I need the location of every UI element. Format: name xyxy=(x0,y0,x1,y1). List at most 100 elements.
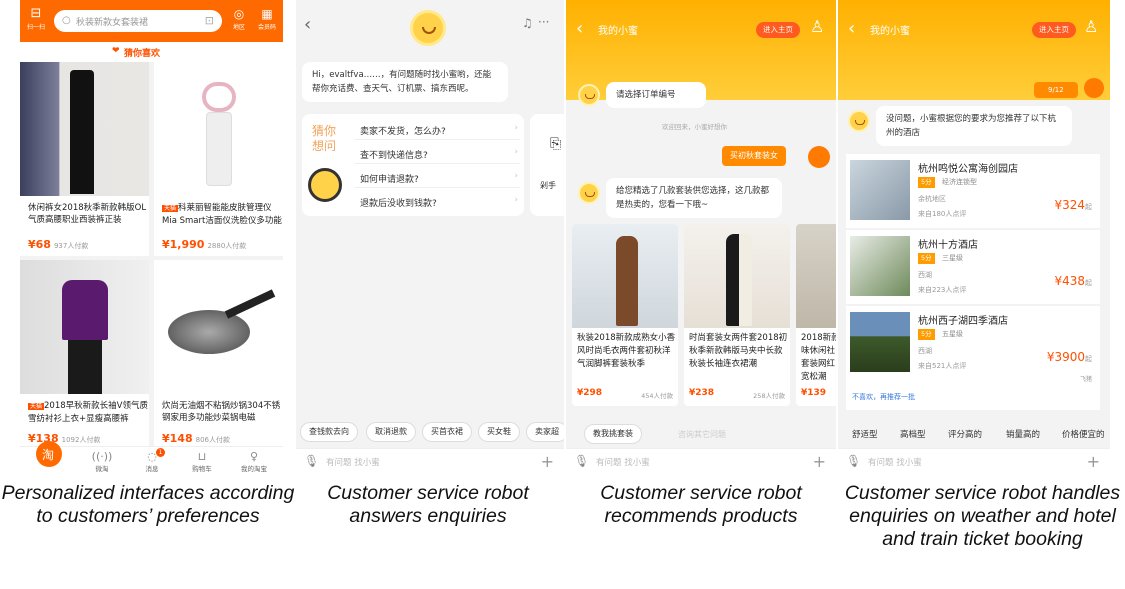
quick-chip[interactable]: 买首衣裙 xyxy=(422,422,472,442)
product-title: 休闲裤女2018秋季新款韩版OL气质高腰职业西装裤正装 xyxy=(28,203,147,225)
tab-cart[interactable]: ⊔ 购物车 xyxy=(182,450,222,473)
hotel-score: 5分 xyxy=(918,177,935,188)
caption-recommends-products: Customer service robot recommends produc… xyxy=(600,482,802,527)
hotel-image xyxy=(850,236,910,296)
product-card[interactable]: 天猫 科莱丽智能能皮肤管理仪Mia Smart洁面仪洗脸仪多功能 ¥1,990 28… xyxy=(154,62,283,256)
user-avatar-icon xyxy=(1084,78,1104,98)
hotel-reviews: 来自521人点评 xyxy=(918,362,967,370)
plus-icon[interactable]: + xyxy=(541,452,554,471)
hotel-name: 杭州鸣悦公寓海创园店 xyxy=(918,164,1018,175)
clipboard-icon: ⎘ xyxy=(550,136,562,152)
product-image xyxy=(20,62,149,196)
plus-icon[interactable]: + xyxy=(1087,452,1100,471)
member-label: 会员码 xyxy=(257,24,276,31)
top-bar: ⊟ 扫一扫 ○ 秋装新款女套装裙 ⊡ ◎ 地区 ▦ 会员码 xyxy=(20,0,283,42)
message-badge: 1 xyxy=(156,448,165,457)
phone-service-robot-faq: ‹ ♫ ··· Hi，evaltfva……，有问题随时找小蜜哟，还能帮你充话费、… xyxy=(296,0,564,474)
hotel-location: 西湖 xyxy=(918,271,932,279)
mic-icon[interactable]: 🎙︎ xyxy=(846,454,861,468)
mic-icon[interactable]: 🎙︎ xyxy=(304,454,319,468)
faq-item[interactable]: 卖家不发货，怎么办? › xyxy=(354,118,520,140)
tab-messages[interactable]: ◌ 消息 1 xyxy=(132,448,172,473)
section-title: 猜你喜欢 xyxy=(124,49,161,59)
recommend-more-link[interactable]: 不喜欢，再推荐一批 xyxy=(852,392,915,402)
enter-home-button[interactable]: 进入主页 xyxy=(1032,22,1076,38)
faq-item[interactable]: 退款后没收到钱款? › xyxy=(354,190,520,212)
product-price: ¥148 806人付款 xyxy=(162,432,230,445)
member-code-button[interactable]: ▦ 会员码 xyxy=(254,6,280,31)
search-input[interactable]: ○ 秋装新款女套装裙 ⊡ xyxy=(54,10,222,32)
hotel-location: 余杭地区 xyxy=(918,195,946,203)
product-card[interactable]: 休闲裤女2018秋季新款韩版OL气质高腰职业西装裤正装 ¥68 937人付款 xyxy=(20,62,149,256)
greeting-bubble: Hi，evaltfva……，有问题随时找小蜜哟，还能帮你充话费、查天气、订机票、… xyxy=(302,62,508,102)
faq-item[interactable]: 查不到快递信息? › xyxy=(354,142,520,164)
hotel-price: ¥3900起 xyxy=(1046,350,1092,364)
source-label: 飞猪 xyxy=(1079,376,1092,383)
back-icon[interactable]: ‹ xyxy=(576,18,583,39)
chat-header: ‹ ♫ ··· xyxy=(296,0,564,50)
taobao-logo-icon: 淘 xyxy=(42,448,55,462)
system-note: 欢迎回来，小蜜好想你 xyxy=(662,123,727,131)
product-card[interactable]: 2018新款味休闲社套装网红宽松潮 ¥139 xyxy=(796,224,836,406)
bee-avatar-icon xyxy=(848,110,870,132)
tab-weitao[interactable]: ((·)) 微淘 xyxy=(82,450,122,473)
hotel-card[interactable]: 杭州西子湖四季酒店 5分 五星级 西湖 来自521人点评 ¥3900起 xyxy=(846,306,1100,380)
product-image xyxy=(796,224,836,328)
faq-item[interactable]: 如何申请退款? › xyxy=(354,166,520,188)
radar-icon: ((·)) xyxy=(91,450,113,463)
back-icon[interactable]: ‹ xyxy=(848,18,855,39)
hotel-reviews: 来自223人点评 xyxy=(918,286,967,294)
chevron-right-icon: › xyxy=(514,171,518,181)
product-card[interactable]: 天猫 2018早秋新款长袖V领气质雪纺衬衫上衣+显瘦高腰裤 ¥138 1092人付款 xyxy=(20,260,149,454)
user-icon[interactable]: ♙ xyxy=(810,17,824,36)
caption-hotel-booking: Customer service robot handles enquiries… xyxy=(844,482,1121,550)
product-card[interactable]: 秋装2018新款成熟女小香风时尚毛衣两件套初秋洋气润脚裤套装秋季 ¥298 45… xyxy=(572,224,678,406)
filter-chip[interactable]: 评分高的 xyxy=(948,428,982,440)
hotel-score: 5分 xyxy=(918,253,935,264)
bee-avatar-icon xyxy=(410,10,446,46)
location-button[interactable]: ◎ 地区 xyxy=(228,6,250,31)
phone-service-robot-products: ‹ 我的小蜜 进入主页 ♙ 请选择订单编号 欢迎回来，小蜜好想你 买初秋套装女 … xyxy=(566,0,836,474)
quick-chip[interactable]: 取消退款 xyxy=(366,422,416,442)
filter-chip[interactable]: 高档型 xyxy=(900,428,926,440)
user-icon[interactable]: ♙ xyxy=(1084,17,1098,36)
hotel-card[interactable]: 杭州鸣悦公寓海创园店 5分 经济连锁型 余杭地区 来自180人点评 ¥324起 xyxy=(846,154,1100,228)
filter-chip[interactable]: 价格便宜的 xyxy=(1062,428,1105,440)
product-image xyxy=(20,260,149,394)
chat-input[interactable]: 有问题 找小蜜 xyxy=(326,456,380,468)
more-icon[interactable]: ··· xyxy=(538,15,549,29)
quick-chip[interactable]: 买女鞋 xyxy=(478,422,520,442)
side-card[interactable]: ⎘ 剁手 xyxy=(530,114,564,216)
product-card[interactable]: 时尚套装女两件套2018初秋季新款韩版马夹中长款秋装长袖连衣裙潮 ¥238 25… xyxy=(684,224,790,406)
scan-icon: ⊟ xyxy=(30,6,42,21)
mic-icon[interactable]: 🎙︎ xyxy=(574,454,589,468)
filter-chip[interactable]: 舒适型 xyxy=(852,428,878,440)
hotel-reviews: 来自180人点评 xyxy=(918,210,967,218)
quick-chip-faded[interactable]: 咨询其它问题 xyxy=(678,429,726,440)
bell-icon[interactable]: ♫ xyxy=(522,16,533,30)
tab-my-taobao[interactable]: ♀ 我的淘宝 xyxy=(234,450,274,473)
tab-home[interactable]: 淘 xyxy=(36,441,62,467)
plus-icon[interactable]: + xyxy=(813,452,826,471)
hotel-name: 杭州西子湖四季酒店 xyxy=(918,316,1008,327)
quick-chip[interactable]: 卖家超 xyxy=(526,422,564,442)
camera-icon[interactable]: ⊡ xyxy=(205,14,214,27)
filter-chip[interactable]: 销量高的 xyxy=(1006,428,1040,440)
product-price: ¥238 xyxy=(689,388,715,398)
qrcode-icon: ▦ xyxy=(261,7,273,21)
scan-button[interactable]: ⊟ 扫一扫 xyxy=(26,6,46,31)
product-sold: 258人付款 xyxy=(753,392,785,400)
back-icon[interactable]: ‹ xyxy=(304,14,311,35)
hotel-image xyxy=(850,312,910,372)
product-card[interactable]: 炊尚无油烟不粘锅炒锅304不锈钢家用多功能炒菜锅电磁 ¥148 806人付款 xyxy=(154,260,283,454)
chat-input[interactable]: 有问题 找小蜜 xyxy=(596,456,650,468)
search-icon: ○ xyxy=(62,15,71,26)
chevron-right-icon: › xyxy=(514,147,518,157)
product-price: ¥139 xyxy=(801,388,827,398)
quick-chip[interactable]: 查钱款去向 xyxy=(300,422,358,442)
quick-chip[interactable]: 教我挑套装 xyxy=(584,424,642,444)
chat-input[interactable]: 有问题 找小蜜 xyxy=(868,456,922,468)
hotel-card[interactable]: 杭州十方酒店 5分 三星级 西湖 来自223人点评 ¥438起 xyxy=(846,230,1100,304)
user-avatar-icon xyxy=(808,146,830,168)
enter-home-button[interactable]: 进入主页 xyxy=(756,22,800,38)
